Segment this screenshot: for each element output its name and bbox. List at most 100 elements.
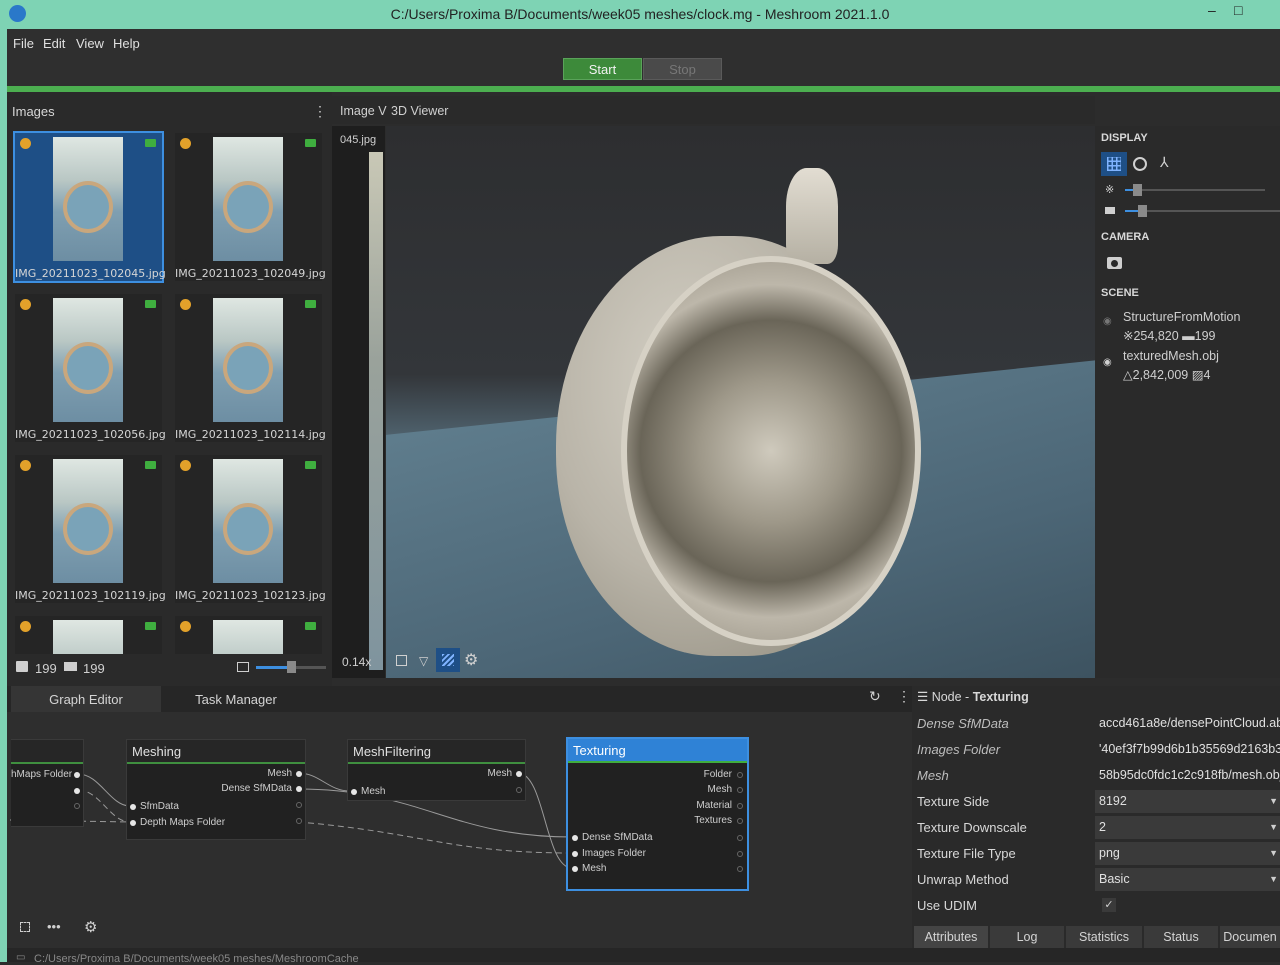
graph-edge: [77, 789, 131, 823]
kebab-menu-icon[interactable]: ⋮: [313, 103, 327, 120]
tab-task-manager[interactable]: Task Manager: [161, 686, 311, 712]
thumbnail-image: [213, 459, 283, 583]
menu-edit[interactable]: Edit: [43, 36, 65, 51]
start-button[interactable]: Start: [563, 58, 642, 80]
port-connector[interactable]: [296, 818, 302, 824]
texture-file-type-select[interactable]: png ▼: [1095, 842, 1280, 865]
menu-help[interactable]: Help: [113, 36, 140, 51]
slider-handle[interactable]: [287, 661, 296, 673]
thumbnail-image: [213, 620, 283, 654]
texture-side-select[interactable]: 8192 ▼: [1095, 790, 1280, 813]
tab-status[interactable]: Status: [1144, 926, 1218, 948]
camera-size-icon: [1105, 207, 1115, 214]
port-connector[interactable]: [130, 804, 136, 810]
node-output-port-label: hMaps Folder: [11, 769, 73, 780]
port-connector[interactable]: [74, 788, 80, 794]
image-thumbnail[interactable]: IMG_20211023_102119.jpg: [15, 455, 166, 603]
refresh-icon[interactable]: ↻: [869, 688, 881, 705]
port-connector[interactable]: [572, 851, 578, 857]
port-connector[interactable]: [737, 818, 743, 824]
image-viewer[interactable]: 045.jpg 0.14x: [332, 126, 385, 678]
thumbnail-image: [53, 137, 123, 261]
port-connector[interactable]: [74, 803, 80, 809]
port-connector[interactable]: [572, 835, 578, 841]
resolution-icon[interactable]: [237, 662, 249, 672]
image-thumbnail[interactable]: IMG_20211023_102056.jpg: [15, 294, 166, 442]
port-connector[interactable]: [296, 771, 302, 777]
port-connector[interactable]: [74, 772, 80, 778]
scene-item-name[interactable]: StructureFromMotion: [1123, 310, 1240, 324]
graph-node-texturing[interactable]: Texturing Folder Mesh Material Textures …: [566, 737, 749, 891]
tab-3d-viewer[interactable]: 3D Viewer: [391, 104, 448, 118]
maximize-button[interactable]: □: [1234, 2, 1242, 18]
display-section-title: DISPLAY: [1101, 132, 1148, 144]
tab-graph-editor[interactable]: Graph Editor: [11, 686, 161, 712]
tab-statistics[interactable]: Statistics: [1066, 926, 1142, 948]
tab-log[interactable]: Log: [990, 926, 1064, 948]
attribute-name: Dense SfMData: [917, 716, 1009, 731]
3d-viewer-canvas[interactable]: [386, 126, 1095, 678]
more-icon[interactable]: •••: [47, 919, 61, 934]
solid-view-icon[interactable]: ▽: [419, 654, 428, 668]
attribute-row: Texture Side 8192 ▼: [912, 790, 1280, 815]
tab-documentation[interactable]: Documen: [1220, 926, 1280, 948]
images-panel-title: Images: [12, 104, 55, 119]
select-value: 8192: [1099, 794, 1127, 808]
minimize-button[interactable]: –: [1208, 2, 1216, 18]
port-connector[interactable]: [737, 851, 743, 857]
point-size-slider[interactable]: [1125, 184, 1265, 196]
slider-handle[interactable]: [1138, 205, 1147, 217]
port-connector[interactable]: [572, 866, 578, 872]
points-icon: ※: [1123, 329, 1134, 343]
port-connector[interactable]: [516, 787, 522, 793]
texture-downscale-select[interactable]: 2 ▼: [1095, 816, 1280, 839]
settings-icon[interactable]: ⚙: [84, 918, 97, 936]
image-thumbnail[interactable]: IMG_20211023_102049.jpg: [175, 133, 326, 281]
scene-item-name[interactable]: texturedMesh.obj: [1123, 349, 1219, 363]
viewer-settings-icon[interactable]: ⚙: [464, 650, 478, 670]
eye-hidden-icon[interactable]: ◉: [1103, 316, 1112, 327]
grid-icon[interactable]: [1101, 152, 1127, 176]
scene-item-stats: △2,842,009 ▨4: [1123, 367, 1210, 382]
snapshot-icon[interactable]: [1107, 257, 1122, 269]
thumbnail-size-slider[interactable]: [256, 661, 326, 673]
port-connector[interactable]: [737, 787, 743, 793]
graph-node-depthmap[interactable]: hMaps Folder: [11, 739, 84, 827]
image-thumbnail[interactable]: [175, 616, 322, 654]
port-connector[interactable]: [737, 803, 743, 809]
camera-size-slider[interactable]: [1125, 205, 1280, 217]
port-connector[interactable]: [130, 820, 136, 826]
node-title: Meshing: [127, 740, 305, 764]
port-connector[interactable]: [296, 802, 302, 808]
image-thumbnail[interactable]: IMG_20211023_102123.jpg: [175, 455, 326, 603]
gizmo-icon[interactable]: ⅄: [1160, 154, 1169, 171]
textured-view-icon[interactable]: [436, 648, 460, 672]
attribute-row: Mesh 58b95dc0fdc1c2c918fb/mesh.obj: [912, 764, 1280, 789]
eye-icon[interactable]: ◉: [1103, 357, 1112, 368]
fit-view-icon[interactable]: [20, 922, 30, 932]
unwrap-method-select[interactable]: Basic ▼: [1095, 868, 1280, 891]
menu-view[interactable]: View: [76, 36, 104, 51]
port-label: Textures: [694, 815, 732, 826]
image-thumbnail[interactable]: IMG_20211023_102045.jpg: [13, 131, 166, 283]
stop-button[interactable]: Stop: [643, 58, 722, 80]
graph-node-meshing[interactable]: Meshing Mesh Dense SfMData SfmData Depth…: [126, 739, 306, 840]
bounding-box-icon[interactable]: [396, 655, 407, 666]
tab-attributes[interactable]: Attributes: [914, 926, 988, 948]
port-connector[interactable]: [737, 866, 743, 872]
use-udim-checkbox[interactable]: ✓: [1102, 898, 1116, 912]
port-connector[interactable]: [296, 786, 302, 792]
chevron-down-icon: ▼: [1269, 874, 1278, 884]
port-connector[interactable]: [351, 789, 357, 795]
image-thumbnail[interactable]: IMG_20211023_102114.jpg: [175, 294, 326, 442]
graph-node-meshfiltering[interactable]: MeshFiltering Mesh Mesh: [347, 739, 526, 801]
orbit-icon[interactable]: [1133, 157, 1147, 171]
tab-image-viewer[interactable]: Image V: [340, 104, 387, 118]
port-connector[interactable]: [516, 771, 522, 777]
port-connector[interactable]: [737, 835, 743, 841]
slider-handle[interactable]: [1133, 184, 1142, 196]
menu-file[interactable]: File: [13, 36, 34, 51]
port-connector[interactable]: [737, 772, 743, 778]
graph-menu-icon[interactable]: ⋮: [897, 688, 911, 705]
image-thumbnail[interactable]: [15, 616, 162, 654]
